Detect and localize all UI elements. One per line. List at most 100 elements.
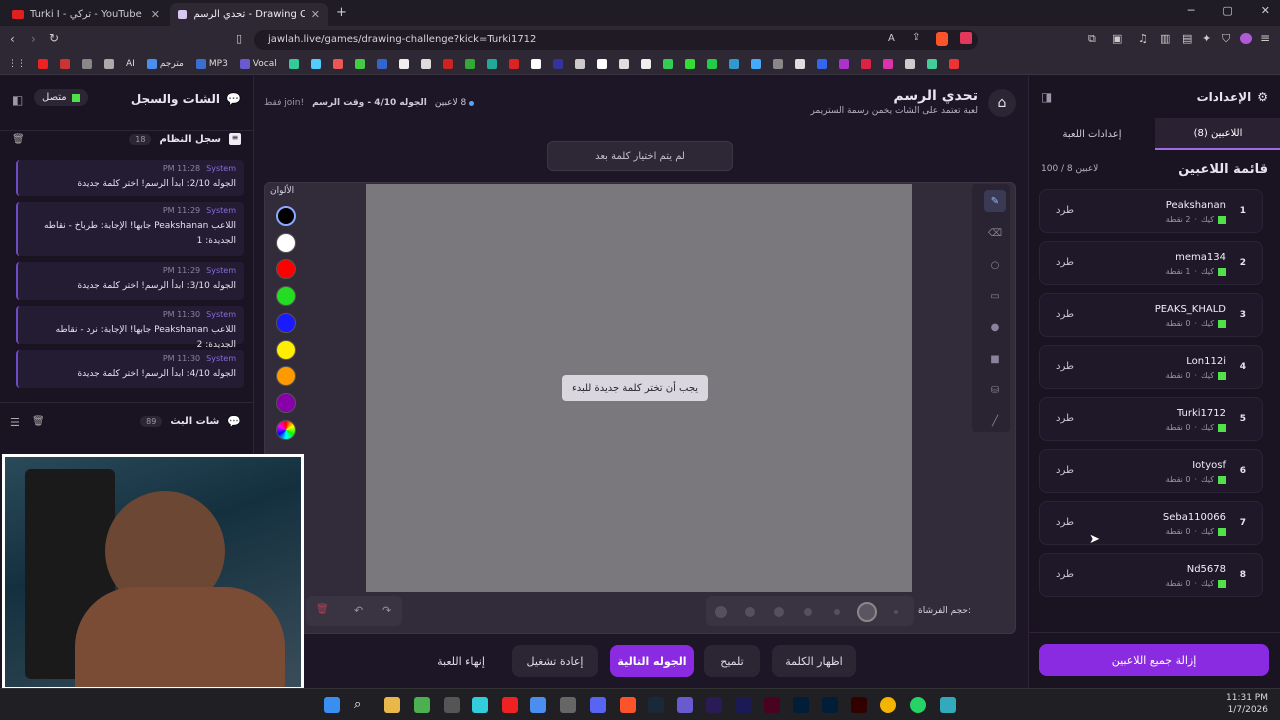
bookmark-item[interactable] <box>508 58 519 69</box>
color-swatch[interactable] <box>276 206 296 226</box>
minimize-icon[interactable]: ─ <box>1188 4 1195 17</box>
back-icon[interactable]: ‹ <box>10 32 15 46</box>
bookmark-item[interactable] <box>310 58 321 69</box>
new-tab-button[interactable]: + <box>336 5 347 20</box>
notepad-icon[interactable] <box>940 697 956 713</box>
bookmark-item[interactable] <box>772 58 783 69</box>
tab-drawing-challenge[interactable]: تحدي الرسم - Drawing Challenge ✕ <box>170 3 328 26</box>
bookmark-item[interactable] <box>904 58 915 69</box>
forward-icon[interactable]: › <box>31 32 36 46</box>
brush-size-option[interactable] <box>715 606 727 618</box>
wallet-icon[interactable]: ▤ <box>1182 32 1192 45</box>
bookmark-item[interactable] <box>288 58 299 69</box>
leo-icon[interactable]: ✦ <box>1202 32 1211 45</box>
brush-size-option-selected[interactable] <box>857 602 877 622</box>
kick-player-button[interactable]: طرد <box>1056 257 1074 268</box>
illustrator-icon[interactable] <box>851 697 867 713</box>
kick-player-button[interactable]: طرد <box>1056 569 1074 580</box>
whatsapp-icon[interactable] <box>910 697 926 713</box>
photoshop-icon[interactable] <box>793 697 809 713</box>
clear-canvas-icon[interactable]: 🗑 <box>316 604 329 615</box>
start-icon[interactable] <box>324 697 340 713</box>
file-explorer-icon[interactable] <box>384 697 400 713</box>
bookmark-item[interactable] <box>926 58 937 69</box>
bookmark-item[interactable] <box>442 58 453 69</box>
hint-button[interactable]: تلميح <box>704 645 760 677</box>
brush-size-option[interactable] <box>745 607 755 617</box>
indesign-icon[interactable] <box>764 697 780 713</box>
fill-bucket-tool-icon[interactable]: ⛁ <box>984 379 1006 401</box>
bookmark-item[interactable] <box>530 58 541 69</box>
color-swatch[interactable] <box>276 392 296 413</box>
kick-player-button[interactable]: طرد <box>1056 309 1074 320</box>
live-chat-header[interactable]: 💬 شات البث 89 <box>140 415 241 428</box>
brush-size-option[interactable] <box>774 607 784 617</box>
kick-player-button[interactable]: طرد <box>1056 205 1074 216</box>
vpn-icon[interactable]: ⛉ <box>1222 32 1230 46</box>
discord-icon[interactable] <box>590 697 606 713</box>
bookmark-item[interactable] <box>376 58 387 69</box>
redo-icon[interactable]: ↷ <box>382 604 391 617</box>
bookmark-item[interactable] <box>596 58 607 69</box>
kick-player-button[interactable]: طرد <box>1056 413 1074 424</box>
system-clock[interactable]: 11:31 PM 1/7/2026 <box>1226 692 1268 716</box>
bookmark-translate[interactable]: مترجم <box>146 58 184 69</box>
premiere-icon[interactable] <box>706 697 722 713</box>
remove-all-players-button[interactable]: إزالة جميع اللاعبين <box>1039 644 1269 676</box>
app-icon[interactable] <box>444 697 460 713</box>
bookmark-item[interactable] <box>60 58 70 69</box>
maximize-icon[interactable]: ▢ <box>1222 4 1232 17</box>
bookmark-item[interactable] <box>706 58 717 69</box>
bookmark-item[interactable] <box>794 58 805 69</box>
tab-game-settings[interactable]: إعدادات اللعبة <box>1029 118 1155 150</box>
filter-icon[interactable]: ☰ <box>10 416 20 429</box>
minecraft-icon[interactable] <box>414 697 430 713</box>
kick-player-button[interactable]: طرد <box>1056 465 1074 476</box>
undo-icon[interactable]: ↶ <box>354 604 363 617</box>
trash-icon[interactable]: 🗑 <box>12 134 25 145</box>
chrome-icon[interactable] <box>880 697 896 713</box>
profile-icon[interactable] <box>1240 33 1252 44</box>
bookmark-item[interactable] <box>640 58 651 69</box>
bookmark-item[interactable] <box>574 58 585 69</box>
bookmark-item[interactable] <box>618 58 629 69</box>
photoshop-icon[interactable] <box>822 697 838 713</box>
brave-shield-icon[interactable] <box>936 32 948 46</box>
app-icon[interactable] <box>472 697 488 713</box>
bookmark-item[interactable] <box>420 58 431 69</box>
bookmark-item[interactable] <box>816 58 827 69</box>
close-tab-icon[interactable]: ✕ <box>151 8 160 21</box>
custom-color-picker-icon[interactable] <box>276 420 296 440</box>
bookmark-mp3[interactable]: MP3 <box>195 58 228 69</box>
bookmark-vocal[interactable]: Vocal <box>239 58 277 69</box>
bookmark-youtube[interactable] <box>38 58 48 69</box>
filled-rectangle-tool-icon[interactable]: ■ <box>984 348 1006 370</box>
trash-icon[interactable]: 🗑 <box>32 416 45 427</box>
reload-icon[interactable]: ↻ <box>49 31 59 45</box>
brush-size-option[interactable] <box>834 609 840 615</box>
collapse-panel-icon[interactable]: ◧ <box>12 93 23 107</box>
netflix-icon[interactable] <box>502 697 518 713</box>
collapse-panel-icon[interactable]: ◨ <box>1041 90 1052 104</box>
circle-tool-icon[interactable]: ○ <box>984 254 1006 276</box>
line-tool-icon[interactable]: ╱ <box>984 410 1006 432</box>
app-icon[interactable] <box>560 697 576 713</box>
bookmark-item[interactable] <box>82 58 92 69</box>
address-input[interactable]: jawlah.live/games/drawing-challenge?kick… <box>254 30 978 50</box>
next-round-button[interactable]: الجوله التالية <box>610 645 694 677</box>
bookmark-item[interactable] <box>662 58 673 69</box>
bookmark-item[interactable] <box>354 58 365 69</box>
screenshot-icon[interactable]: ▣ <box>1112 32 1122 45</box>
share-icon[interactable]: ⇪ <box>912 32 920 43</box>
app-icon[interactable] <box>677 697 693 713</box>
after-effects-icon[interactable] <box>735 697 751 713</box>
close-tab-icon[interactable]: ✕ <box>311 8 320 21</box>
bookmark-item[interactable] <box>948 58 959 69</box>
bookmark-item[interactable] <box>104 58 114 69</box>
filled-circle-tool-icon[interactable]: ● <box>984 316 1006 338</box>
bookmark-item[interactable] <box>882 58 893 69</box>
kick-player-button[interactable]: طرد <box>1056 517 1074 528</box>
bookmark-item[interactable] <box>750 58 761 69</box>
app-icon[interactable] <box>530 697 546 713</box>
bookmark-item[interactable] <box>332 58 343 69</box>
